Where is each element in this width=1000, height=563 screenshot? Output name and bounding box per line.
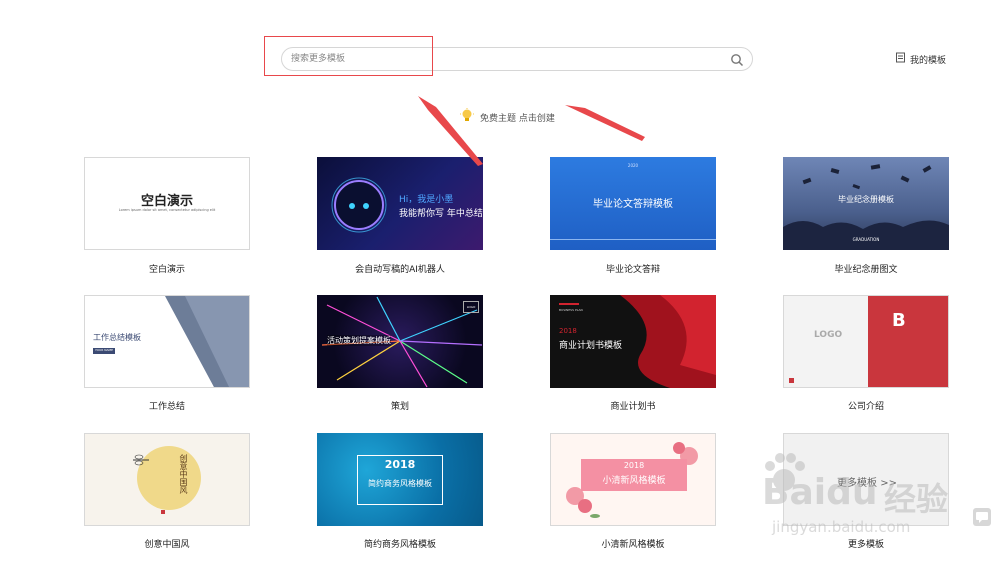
template-card-fresh-style[interactable]: 2018 小清新风格模板 (550, 433, 716, 526)
robot-face-graphic (331, 177, 387, 233)
template-card-thesis[interactable]: 2020 毕业论文答辩模板 (550, 157, 716, 250)
card-title: 商业计划书模板 (559, 341, 623, 351)
template-card-work-summary[interactable]: 工作总结模板 YOUR NAME (84, 295, 250, 388)
card-line2: 我能帮你写 年中总结 (399, 209, 483, 219)
template-label[interactable]: 会自动写稿的AI机器人 (300, 262, 500, 275)
watermark-brand: Baidu (762, 472, 878, 513)
free-theme-label: 免费主题 点击创建 (480, 114, 555, 124)
card-year: 2018 (623, 461, 645, 470)
annotation-highlight-box (264, 36, 433, 76)
card-letter: B (892, 310, 906, 331)
search-icon[interactable] (730, 52, 744, 67)
template-card-business-plan[interactable]: BUSINESS PLAN 2018 商业计划书模板 (550, 295, 716, 388)
seal-mark (161, 510, 165, 514)
card-title: 小清新风格模板 (602, 476, 666, 486)
baidu-watermark: Baidu 经验 jingyan.baidu.com (760, 450, 1000, 550)
template-card-ai-robot[interactable]: Hi，我是小墨 我能帮你写 年中总结 (317, 157, 483, 250)
template-card-chinese-style[interactable]: 创意中国风 (84, 433, 250, 526)
card-logo: LOGO (463, 301, 479, 313)
card-title: 简约商务风格模板 (368, 479, 432, 488)
template-label[interactable]: 毕业论文答辩 (533, 262, 733, 275)
dragonfly-graphic (133, 454, 149, 466)
red-panel (868, 296, 948, 387)
free-theme-create-link[interactable]: 免费主题 点击创建 (460, 108, 555, 127)
template-label[interactable]: 策划 (300, 399, 500, 412)
card-line1: Hi，我是小墨 (399, 195, 454, 205)
card-title: 工作总结模板 (93, 333, 141, 342)
template-card-graduation[interactable]: 毕业纪念册模板 GRADUATION (783, 157, 949, 250)
card-title: 创意中国风 (179, 454, 188, 494)
template-label[interactable]: 毕业纪念册图文 (766, 262, 966, 275)
card-title: 毕业纪念册模板 (838, 195, 894, 204)
template-card-blank[interactable]: 空白演示 Lorem ipsum dolor sit amet, consect… (84, 157, 250, 250)
accent-bar (559, 303, 579, 305)
card-year: 2018 (559, 327, 577, 335)
card-title: 空白演示 (140, 194, 193, 209)
template-label[interactable]: 简约商务风格模板 (300, 537, 500, 550)
card-top: 2020 (627, 163, 639, 168)
divider (550, 239, 716, 240)
lightbulb-icon (460, 108, 474, 127)
card-title: 毕业论文答辩模板 (593, 199, 673, 210)
template-list-icon (895, 52, 906, 66)
template-card-company-intro[interactable]: LOGO B (783, 295, 949, 388)
card-year: 2018 (384, 458, 416, 471)
card-subtitle: Lorem ipsum dolor sit amet, consectetur … (118, 208, 216, 212)
template-card-simple-business[interactable]: 2018 简约商务风格模板 (317, 433, 483, 526)
template-label[interactable]: 创意中国风 (67, 537, 267, 550)
my-templates-link[interactable]: 我的模板 (895, 52, 946, 66)
card-top: BUSINESS PLAN (559, 308, 583, 312)
card-subtitle: GRADUATION (852, 237, 880, 242)
template-label[interactable]: 小清新风格模板 (533, 537, 733, 550)
my-templates-label: 我的模板 (910, 55, 947, 66)
template-label[interactable]: 工作总结 (67, 399, 267, 412)
watermark-brand-cn: 经验 (884, 480, 949, 518)
card-title: 活动策划提案模板 (327, 335, 391, 346)
watermark-url: jingyan.baidu.com (772, 518, 911, 536)
template-card-planning[interactable]: 活动策划提案模板 LOGO (317, 295, 483, 388)
template-label[interactable]: 商业计划书 (533, 399, 733, 412)
red-square (789, 378, 794, 383)
card-logo: LOGO (814, 330, 843, 340)
chat-icon[interactable] (973, 508, 991, 526)
card-button: YOUR NAME (93, 348, 115, 354)
template-label[interactable]: 公司介绍 (766, 399, 966, 412)
template-label[interactable]: 空白演示 (67, 262, 267, 275)
